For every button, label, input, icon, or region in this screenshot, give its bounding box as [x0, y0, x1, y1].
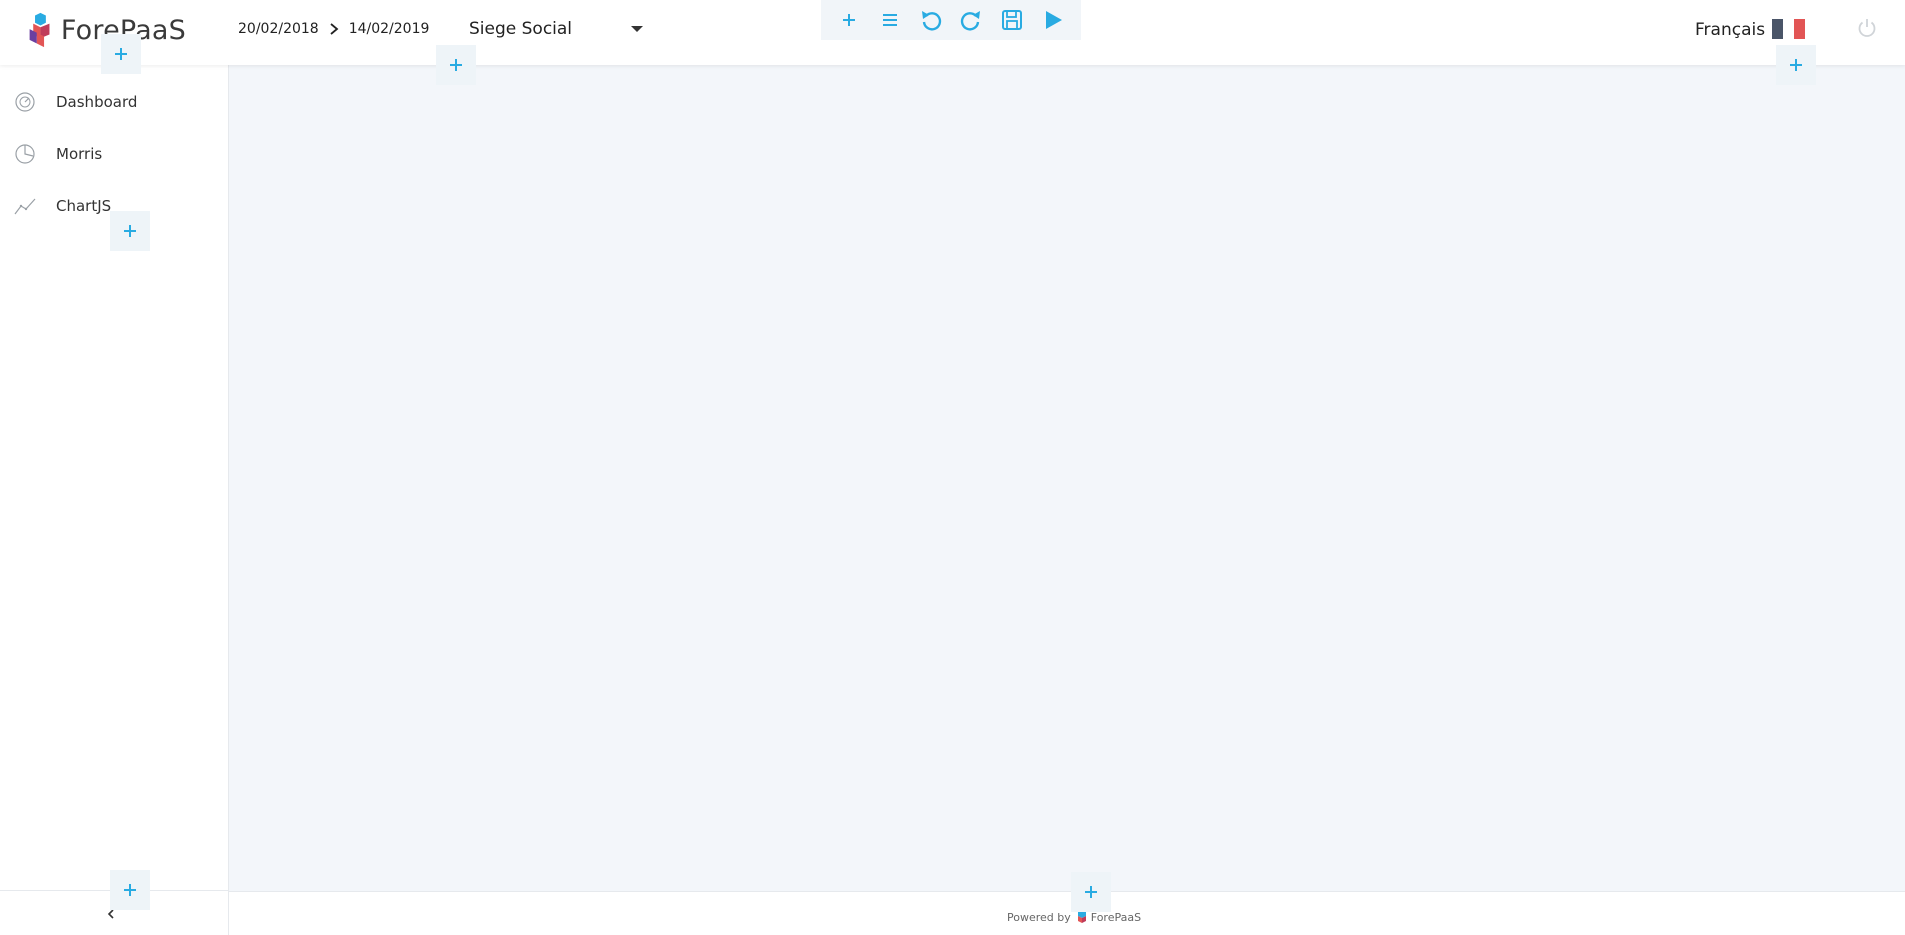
- chevron-right-icon: [330, 23, 339, 35]
- flag-stripe: [1772, 19, 1783, 39]
- play-icon: [1045, 11, 1062, 29]
- editor-toolbar: [821, 0, 1081, 40]
- menu-icon: [882, 14, 897, 26]
- top-header: ForePaaS 20/02/2018 14/02/2019 Siege Soc…: [0, 0, 1905, 65]
- language-selector[interactable]: Français: [1695, 18, 1765, 42]
- undo-button[interactable]: [916, 5, 946, 35]
- powered-by-brand: ForePaaS: [1090, 910, 1142, 924]
- sidebar-item-dashboard[interactable]: Dashboard: [0, 82, 229, 122]
- dashboard-canvas[interactable]: [229, 65, 1905, 891]
- caret-down-icon: [631, 26, 643, 32]
- forepaas-small-logo-icon: [1077, 910, 1086, 923]
- sidebar-item-label: Morris: [56, 145, 103, 163]
- powered-by: Powered by ForePaaS: [1007, 910, 1141, 924]
- add-widget-button[interactable]: [110, 870, 150, 910]
- date-end: 14/02/2019: [348, 21, 430, 37]
- french-flag-icon[interactable]: [1772, 19, 1806, 39]
- powered-by-text: Powered by: [1007, 910, 1071, 924]
- plus-icon: [1790, 59, 1802, 71]
- plus-icon: [1085, 886, 1097, 898]
- sidebar: Dashboard Morris ChartJS: [0, 65, 229, 935]
- pie-chart-icon: [15, 144, 35, 164]
- menu-button[interactable]: [875, 5, 905, 35]
- save-button[interactable]: [997, 5, 1027, 35]
- plus-icon: [115, 48, 127, 60]
- add-widget-button[interactable]: [1071, 872, 1111, 912]
- add-widget-button[interactable]: [101, 34, 141, 74]
- plus-icon: [450, 59, 462, 71]
- plus-icon: [124, 884, 136, 896]
- line-chart-icon: [14, 198, 36, 215]
- redo-icon: [961, 11, 981, 31]
- flag-stripe: [1783, 19, 1794, 39]
- date-range-picker[interactable]: 20/02/2018 14/02/2019: [238, 20, 429, 38]
- gauge-icon: [15, 92, 35, 112]
- flag-stripe: [1794, 19, 1805, 39]
- site-dropdown-value: Siege Social: [469, 19, 573, 39]
- add-widget-button[interactable]: [110, 211, 150, 251]
- sidebar-item-morris[interactable]: Morris: [0, 134, 229, 174]
- power-icon[interactable]: [1855, 16, 1879, 40]
- undo-icon: [921, 11, 941, 31]
- redo-button[interactable]: [956, 5, 986, 35]
- page-footer: Powered by ForePaaS: [229, 891, 1905, 935]
- add-button[interactable]: [834, 5, 864, 35]
- play-button[interactable]: [1038, 5, 1068, 35]
- site-dropdown[interactable]: Siege Social: [469, 16, 645, 42]
- add-widget-button[interactable]: [1776, 45, 1816, 85]
- plus-icon: [124, 225, 136, 237]
- date-start: 20/02/2018: [238, 21, 319, 37]
- forepaas-logo-icon: [29, 12, 50, 48]
- plus-icon: [843, 14, 856, 26]
- save-icon: [1001, 10, 1022, 30]
- sidebar-item-label: Dashboard: [56, 93, 138, 111]
- sidebar-item-label: ChartJS: [56, 197, 112, 215]
- add-widget-button[interactable]: [436, 45, 476, 85]
